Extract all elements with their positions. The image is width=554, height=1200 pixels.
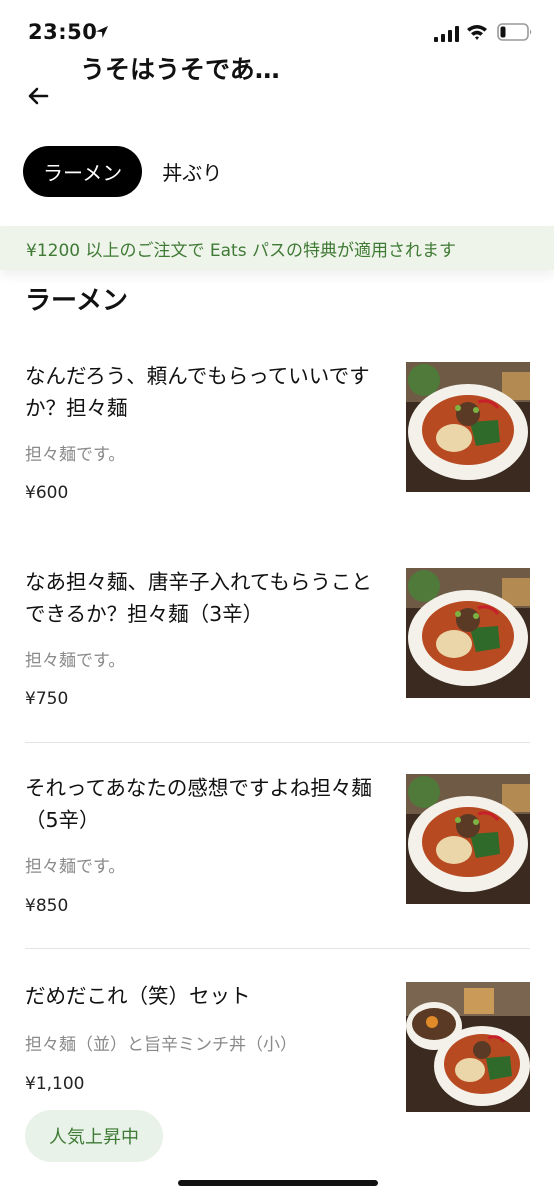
- item-photo: [406, 362, 530, 492]
- popular-badge: 人気上昇中: [25, 1110, 163, 1162]
- wifi-icon: [467, 25, 487, 40]
- section-title: ラーメン: [25, 286, 128, 316]
- back-arrow-icon: [28, 87, 49, 105]
- menu-item[interactable]: なあ担々麺、唐辛子入れてもらうことできるか？担々麺（3辛） 担々麺です。 ¥75…: [0, 566, 554, 742]
- home-indicator[interactable]: [178, 1180, 378, 1186]
- location-arrow-icon: [96, 26, 108, 38]
- item-description: 担々麺です。: [25, 857, 126, 877]
- menu-item[interactable]: それってあなたの感想ですよね担々麺（5辛） 担々麺です。 ¥850: [0, 772, 554, 948]
- menu-item[interactable]: なんだろう、頼んでもらっていいですか？担々麺 担々麺です。 ¥600: [0, 360, 554, 540]
- item-price: ¥750: [25, 689, 69, 709]
- signal-icon: [434, 26, 459, 42]
- item-description: 担々麺（並）と旨辛ミンチ丼（小）: [25, 1035, 297, 1055]
- item-description: 担々麺です。: [25, 651, 126, 671]
- item-description: 担々麺です。: [25, 445, 126, 465]
- back-button[interactable]: [22, 80, 54, 112]
- item-divider: [25, 948, 530, 949]
- promo-text: ¥1200 以上のご注文で Eats パスの特典が適用されます: [26, 240, 456, 261]
- battery-icon: [497, 23, 532, 41]
- item-price: ¥600: [25, 483, 69, 503]
- status-time: 23:50: [28, 20, 98, 44]
- tantanmen-bowl-image: [406, 362, 530, 492]
- item-price: ¥1,100: [25, 1074, 85, 1094]
- item-divider: [25, 742, 530, 743]
- tantanmen-bowl-image: [406, 568, 530, 698]
- item-photo: [406, 774, 530, 904]
- tantanmen-bowl-image: [406, 774, 530, 904]
- item-name: なあ担々麺、唐辛子入れてもらうことできるか？担々麺（3辛）: [25, 570, 372, 626]
- item-photo: [406, 568, 530, 698]
- eats-pass-promo-banner: ¥1200 以上のご注文で Eats パスの特典が適用されます: [0, 226, 554, 270]
- tantanmen-set-image: [406, 982, 530, 1112]
- tab-donburi[interactable]: 丼ぶり: [142, 146, 242, 197]
- store-title: うそはうそであ…: [80, 55, 280, 84]
- item-name: なんだろう、頼んでもらっていいですか？担々麺: [25, 364, 370, 420]
- tab-ramen[interactable]: ラーメン: [23, 146, 143, 197]
- item-price: ¥850: [25, 896, 69, 916]
- item-name: それってあなたの感想ですよね担々麺（5辛）: [25, 776, 372, 832]
- category-tabs: ラーメン 丼ぶり: [23, 146, 242, 197]
- item-photo: [406, 982, 530, 1112]
- item-name: だめだこれ（笑）セット: [25, 984, 251, 1008]
- store-menu-screen: 23:50 うそはうそであ… ラーメン 丼ぶり ¥1200 以上のご注文で Ea…: [0, 0, 554, 1200]
